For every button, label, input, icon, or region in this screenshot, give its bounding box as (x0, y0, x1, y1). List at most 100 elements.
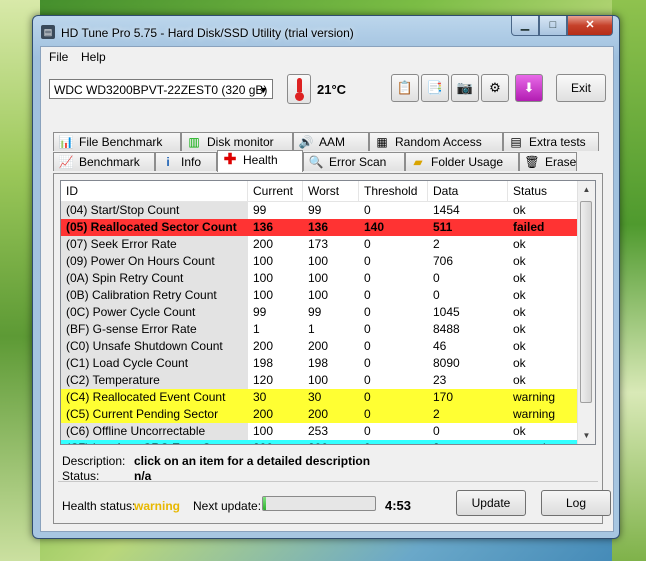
column-header-id[interactable]: ID (61, 181, 248, 201)
random-access-icon: ▦ (376, 135, 388, 149)
next-update-progress (262, 496, 376, 511)
cell-status: warning (508, 406, 579, 423)
vertical-scrollbar[interactable]: ▲ ▼ (577, 181, 595, 444)
copy-all-button[interactable]: 📑 (421, 74, 449, 102)
cell-threshold: 0 (364, 339, 371, 353)
log-button[interactable]: Log (541, 490, 611, 516)
description-value: click on an item for a detailed descript… (134, 454, 371, 468)
table-row[interactable]: (C6) Offline Uncorrectable 100 253 0 0 ok (61, 423, 579, 440)
column-header-current[interactable]: Current (248, 181, 303, 201)
tab-health[interactable]: ✚ Health (217, 150, 303, 172)
tab-aam[interactable]: 🔊 AAM (293, 132, 369, 151)
scroll-down-icon[interactable]: ▼ (578, 427, 595, 444)
tab-erase[interactable]: 🗑 Erase (519, 152, 577, 171)
table-row[interactable]: (0B) Calibration Retry Count 100 100 0 0 ok (61, 287, 579, 304)
table-row[interactable]: (07) Seek Error Rate 200 173 0 2 ok (61, 236, 579, 253)
tabs-row-1: 📊 File Benchmark ▥ Disk monitor 🔊 AAM ▦ Rand… (53, 132, 599, 151)
cell-worst: 200 (308, 339, 329, 353)
cell-worst: 200 (303, 440, 359, 444)
menu-help[interactable]: Help (81, 50, 106, 64)
close-button[interactable]: ✕ (567, 16, 613, 36)
column-header-data[interactable]: Data (428, 181, 508, 201)
cell-data: 2 (433, 237, 440, 251)
cell-id: (0A) Spin Retry Count (61, 270, 248, 287)
tab-info[interactable]: i Info (155, 152, 217, 171)
column-header-threshold[interactable]: Threshold (359, 181, 428, 201)
tab-file-benchmark[interactable]: 📊 File Benchmark (53, 132, 181, 151)
cell-data: 0 (433, 288, 440, 302)
table-row[interactable]: (BF) G-sense Error Rate 1 1 0 8488 ok (61, 321, 579, 338)
cell-id: (BF) G-sense Error Rate (61, 321, 248, 338)
table-row[interactable]: (0A) Spin Retry Count 100 100 0 0 ok (61, 270, 579, 287)
cell-current: 136 (248, 219, 303, 236)
table-row[interactable]: (05) Reallocated Sector Count 136 136 140 51… (61, 219, 579, 236)
table-row[interactable]: (C2) Temperature 120 100 0 23 ok (61, 372, 579, 389)
screenshot-icon: 📷 (456, 80, 474, 95)
cell-status: ok (513, 339, 526, 353)
health-cross-icon: ✚ (223, 151, 237, 168)
cell-data: 706 (433, 254, 454, 268)
cell-id: (C0) Unsafe Shutdown Count (61, 338, 248, 355)
column-header-worst[interactable]: Worst (303, 181, 359, 201)
file-benchmark-icon: 📊 (58, 135, 74, 149)
cell-data: 8 (428, 440, 508, 444)
scroll-up-icon[interactable]: ▲ (578, 181, 595, 198)
table-row[interactable]: (C4) Reallocated Event Count 30 30 0 170 warn… (61, 389, 579, 406)
smart-table[interactable]: ID Current Worst Threshold Data Status (… (60, 180, 596, 445)
cell-status: ok (513, 288, 526, 302)
column-header-status[interactable]: Status (508, 181, 579, 201)
drive-select[interactable]: WDC WD3200BPVT-22ZEST0 (320 gB) ▼ (49, 79, 273, 99)
copy-info-button[interactable]: 📋 (391, 74, 419, 102)
info-icon: i (166, 155, 170, 169)
table-row[interactable]: (09) Power On Hours Count 100 100 0 706 ok (61, 253, 579, 270)
cell-worst: 100 (308, 254, 329, 268)
tab-extra-tests[interactable]: ▤ Extra tests (503, 132, 599, 151)
table-row[interactable]: (0C) Power Cycle Count 99 99 0 1045 ok (61, 304, 579, 321)
cell-status: ok (513, 203, 526, 217)
screenshot-button[interactable]: 📷 (451, 74, 479, 102)
tab-disk-monitor[interactable]: ▥ Disk monitor (181, 132, 293, 151)
table-header: ID Current Worst Threshold Data Status (61, 181, 579, 202)
table-row[interactable]: (C7) Interface CRC Error Count20020008at… (61, 440, 579, 444)
cell-worst: 30 (303, 389, 359, 406)
minimize-button[interactable]: ▁ (511, 16, 539, 36)
cell-threshold: 0 (364, 288, 371, 302)
tab-error-scan[interactable]: 🔍 Error Scan (303, 152, 405, 171)
table-row[interactable]: (04) Start/Stop Count 99 99 0 1454 ok (61, 202, 579, 219)
menu-file[interactable]: File (49, 50, 68, 64)
health-panel: ID Current Worst Threshold Data Status (… (53, 173, 611, 524)
tab-benchmark[interactable]: 📈 Benchmark (53, 152, 155, 171)
cell-threshold: 0 (364, 254, 371, 268)
cell-threshold: 0 (364, 373, 371, 387)
client-area: File Help WDC WD3200BPVT-22ZEST0 (320 gB… (40, 46, 614, 532)
cell-id: (05) Reallocated Sector Count (61, 219, 248, 236)
table-row[interactable]: (C5) Current Pending Sector 200 200 0 2 warni… (61, 406, 579, 423)
tab-random-access[interactable]: ▦ Random Access (369, 132, 503, 151)
maximize-icon: □ (549, 19, 557, 31)
tab-folder-usage[interactable]: ▰ Folder Usage (405, 152, 519, 171)
cell-threshold: 0 (364, 271, 371, 285)
tabs-row-2: 📈 Benchmark i Info ✚ Health 🔍 Error Scan ▰ Fo… (53, 150, 577, 172)
cell-status: ok (513, 237, 526, 251)
toolbar: WDC WD3200BPVT-22ZEST0 (320 gB) ▼ 21°C 📋… (41, 69, 613, 107)
maximize-button[interactable]: □ (539, 16, 567, 36)
cell-data: 511 (428, 219, 508, 236)
options-button[interactable]: ⚙ (481, 74, 509, 102)
update-button[interactable]: Update (456, 490, 526, 516)
app-window: ▤ HD Tune Pro 5.75 - Hard Disk/SSD Utili… (32, 15, 620, 539)
cell-current: 200 (253, 237, 274, 251)
next-update-countdown: 4:53 (385, 498, 412, 513)
cell-id: (C6) Offline Uncorrectable (61, 423, 248, 440)
exit-button[interactable]: Exit (556, 74, 606, 102)
save-button[interactable]: ⬇ (515, 74, 543, 102)
title-bar[interactable]: ▤ HD Tune Pro 5.75 - Hard Disk/SSD Utili… (33, 16, 619, 46)
cell-id: (09) Power On Hours Count (61, 253, 248, 270)
cell-status: ok (513, 254, 526, 268)
cell-worst: 136 (303, 219, 359, 236)
scroll-thumb[interactable] (580, 201, 592, 403)
cell-data: 23 (433, 373, 447, 387)
table-row[interactable]: (C1) Load Cycle Count 198 198 0 8090 ok (61, 355, 579, 372)
cell-id: (C2) Temperature (61, 372, 248, 389)
table-row[interactable]: (C0) Unsafe Shutdown Count 200 200 0 46 ok (61, 338, 579, 355)
description-label: Description: (62, 454, 126, 468)
